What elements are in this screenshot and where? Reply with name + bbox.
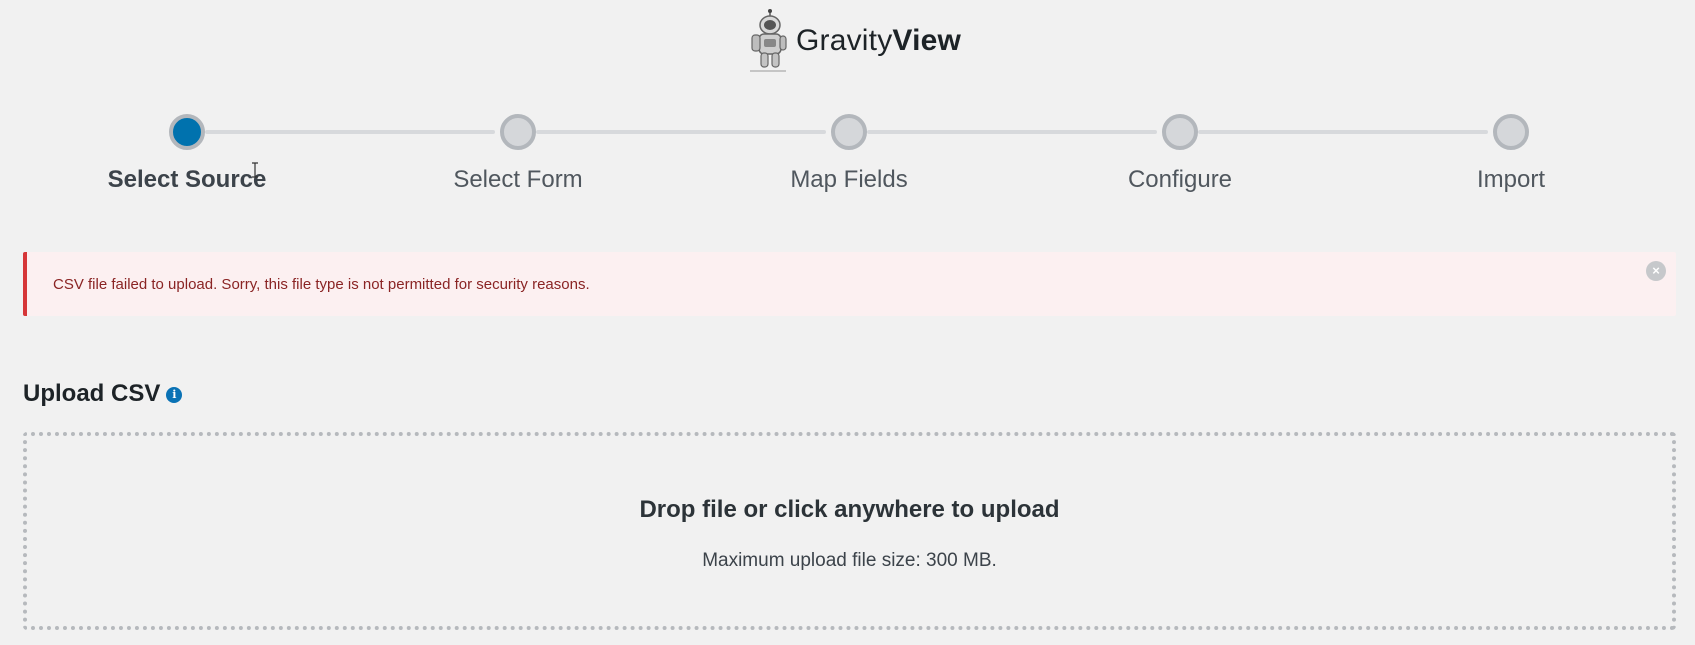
- gravityview-logo: GravityView: [748, 8, 961, 74]
- step-label: Select Source: [107, 166, 267, 193]
- import-stepper: Select Source Select Form Map Fields Con…: [0, 113, 1695, 203]
- csv-dropzone[interactable]: Drop file or click anywhere to upload Ma…: [23, 432, 1676, 630]
- step-indicator: [831, 114, 867, 150]
- max-upload-size: Maximum upload file size: 300 MB.: [702, 550, 997, 571]
- step-label: Select Form: [453, 166, 583, 193]
- upload-csv-heading: Upload CSV i: [23, 380, 183, 408]
- astronaut-logo-icon: [750, 9, 787, 72]
- step-select-source[interactable]: Select Source: [77, 113, 297, 194]
- brand-name-bold: View: [892, 24, 962, 57]
- brand-name-light: Gravity: [796, 24, 893, 57]
- step-label: Import: [1476, 166, 1545, 193]
- upload-csv-title: Upload CSV: [23, 380, 161, 407]
- step-indicator-active: [169, 114, 205, 150]
- info-icon[interactable]: i: [166, 387, 183, 403]
- text-cursor-icon: [252, 162, 258, 178]
- dismiss-notice-button[interactable]: ×: [1646, 261, 1666, 281]
- step-indicator: [1493, 114, 1529, 150]
- step-indicator: [1162, 114, 1198, 150]
- step-configure[interactable]: Configure: [1070, 113, 1290, 194]
- step-label: Map Fields: [790, 166, 908, 193]
- step-indicator: [500, 114, 536, 150]
- import-page: GravityView Select Source Select Form Ma…: [0, 0, 1695, 645]
- step-select-form[interactable]: Select Form: [408, 113, 628, 194]
- error-message: CSV file failed to upload. Sorry, this f…: [53, 276, 590, 293]
- step-import[interactable]: Import: [1401, 113, 1621, 194]
- brand-name: GravityView: [796, 24, 961, 58]
- step-map-fields[interactable]: Map Fields: [739, 113, 959, 194]
- error-notice: CSV file failed to upload. Sorry, this f…: [23, 252, 1676, 316]
- dropzone-instructions: Drop file or click anywhere to upload: [639, 496, 1060, 523]
- step-label: Configure: [1127, 166, 1233, 193]
